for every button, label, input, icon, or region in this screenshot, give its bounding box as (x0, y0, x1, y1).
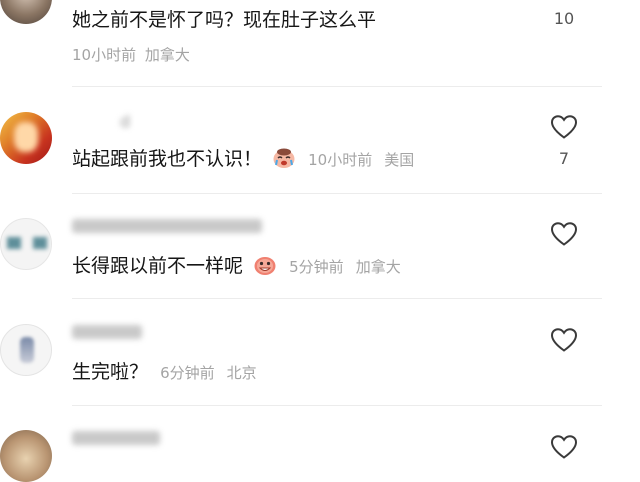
avatar[interactable] (0, 218, 52, 270)
avatar[interactable] (0, 112, 52, 164)
comment-location: 加拿大 (144, 46, 190, 64)
comment-time: 10小时前 (308, 151, 373, 169)
username[interactable] (72, 431, 160, 449)
divider (72, 405, 602, 406)
comment-text-line: 长得跟以前不一样呢 5分钟前 加拿大 (72, 254, 401, 279)
like-count: 7 (558, 149, 570, 168)
comment-time: 10小时前 (72, 46, 137, 64)
heart-outline-icon[interactable] (550, 221, 578, 247)
divider (72, 298, 602, 299)
heart-outline-icon[interactable] (550, 434, 578, 460)
divider (72, 86, 602, 87)
comment-meta: 10小时前 加拿大 (72, 45, 190, 65)
username[interactable] (72, 219, 262, 237)
comment-text-line: 生完啦？ 6分钟前 北京 (72, 360, 257, 385)
laughing-face-sticker-icon (254, 257, 276, 275)
comment-text: 长得跟以前不一样呢 (72, 255, 244, 277)
comment-text: 生完啦？ (72, 361, 149, 383)
avatar[interactable] (0, 0, 52, 24)
divider (72, 193, 602, 194)
heart-outline-icon[interactable] (550, 327, 578, 353)
comment-text: 站起跟前我也不认识！ (72, 148, 263, 170)
crying-face-sticker-icon (273, 148, 295, 168)
comment-text-line: 站起跟前我也不认识！ 10小时前 美国 (72, 147, 414, 172)
like-count: 10 (553, 9, 575, 28)
comment-location: 美国 (384, 151, 415, 169)
avatar[interactable] (0, 324, 52, 376)
username[interactable] (72, 325, 142, 343)
comment-text-line: 她之前不是怀了吗？现在肚子这么平 (72, 8, 376, 32)
comment-time: 6分钟前 (160, 364, 215, 382)
comment-time: 5分钟前 (289, 258, 344, 276)
avatar[interactable] (0, 430, 52, 482)
comment-location: 加拿大 (355, 258, 401, 276)
heart-outline-icon[interactable] (550, 114, 578, 140)
username[interactable]: d (72, 113, 130, 131)
comment-location: 北京 (226, 364, 257, 382)
comment-text: 她之前不是怀了吗？现在肚子这么平 (72, 9, 377, 31)
